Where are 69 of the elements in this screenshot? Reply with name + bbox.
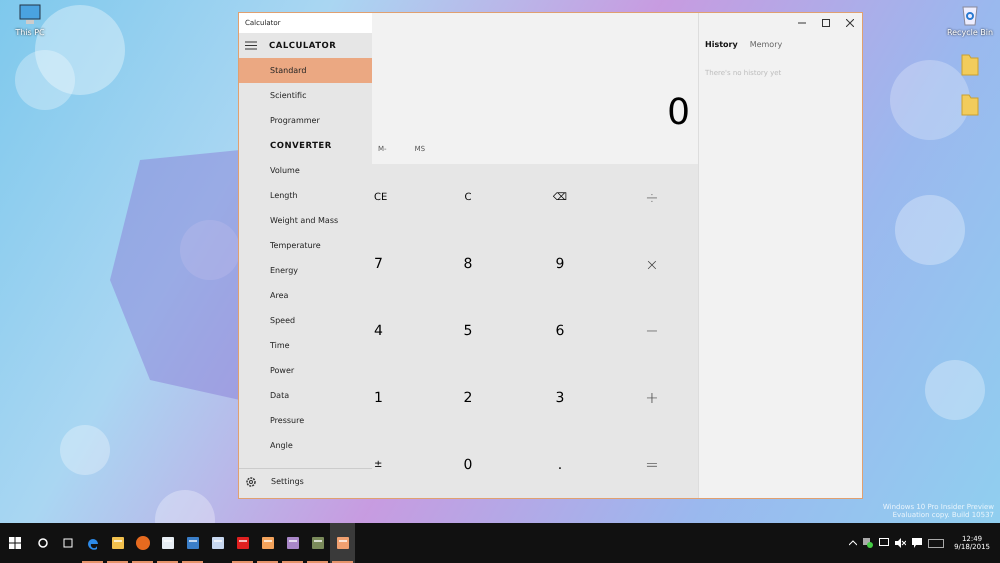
key-button[interactable]: 7 [374,256,383,272]
nav-item[interactable]: Speed [239,308,372,333]
nav-item[interactable]: Area [239,283,372,308]
panel-tab[interactable]: History [705,40,738,49]
nav-item[interactable]: Data [239,383,372,408]
key-button[interactable]: 5 [464,322,472,339]
nav-item[interactable]: Pressure [239,408,372,433]
monitor-icon[interactable] [879,538,890,548]
nav-item[interactable]: Scientific [239,83,372,108]
key-button[interactable]: + [645,388,659,408]
windows-logo-icon [9,537,21,549]
key-button[interactable]: 6 [556,322,564,339]
app-icon [136,536,150,550]
folder-icon [960,93,980,117]
app-icon [110,536,124,550]
key-button[interactable]: × [645,254,659,274]
app-icon [310,536,324,550]
network-icon[interactable] [863,538,874,548]
key-button[interactable]: 2 [464,390,472,406]
keyboard-icon[interactable] [928,538,944,548]
app-icon [286,536,300,550]
chevron-up-icon[interactable] [849,540,858,546]
menu-icon[interactable] [245,41,257,50]
app-icon [186,536,200,550]
key-button[interactable]: = [645,455,659,474]
nav-item[interactable]: Power [239,358,372,383]
key-button[interactable]: ⌫ [552,192,568,203]
nav-item[interactable]: Weight and Mass [239,208,372,233]
task-view-icon [62,538,74,548]
app-icon [336,536,350,550]
key-button[interactable]: CE [374,192,388,203]
settings-icon[interactable] [245,476,257,488]
folder-icon [960,53,980,77]
message-icon[interactable] [912,538,922,548]
key-button[interactable]: 8 [464,256,472,272]
key-button[interactable]: C [464,192,472,203]
key-button[interactable]: 9 [556,256,564,272]
monitor-icon [18,4,42,26]
key-button[interactable]: 0 [464,456,472,473]
app-icon [210,536,224,550]
app-icon [86,536,100,550]
section-heading: CALCULATOR [269,40,336,50]
nav-item[interactable]: Time [239,333,372,358]
speaker-muted-icon[interactable] [895,538,906,548]
display-value: 0 [667,92,690,133]
nav-item[interactable]: Standard [239,58,372,83]
nav-item[interactable]: Energy [239,258,372,283]
key-button[interactable]: 3 [556,390,564,406]
nav-item[interactable]: Angle [239,433,372,458]
app-icon [160,536,174,550]
section-heading: CONVERTER [269,140,332,150]
app-icon [260,536,274,550]
nav-item[interactable]: Temperature [239,233,372,258]
key-button[interactable]: − [645,321,659,340]
key-button[interactable]: ± [374,459,382,470]
circle-icon [38,538,48,548]
close-icon [846,19,854,27]
key-button[interactable]: 1 [374,390,383,406]
nav-item[interactable]: Programmer [239,108,372,133]
nav-item[interactable]: Length [239,183,372,208]
key-button[interactable]: . [558,456,562,473]
key-button[interactable]: 4 [374,322,383,339]
nav-item[interactable]: Volume [239,158,372,183]
maximize-icon [822,19,830,27]
panel-tab[interactable]: Memory [750,40,782,49]
recycle-bin-icon [960,4,980,26]
app-icon [236,536,250,550]
settings-link[interactable]: Settings [271,477,304,486]
key-button[interactable]: ÷ [645,188,659,207]
